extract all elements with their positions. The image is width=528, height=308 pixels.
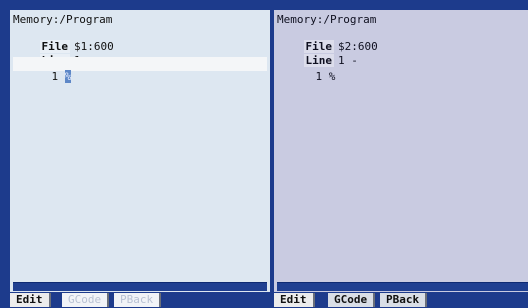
left-file-line: File $1:600 (13, 27, 114, 53)
right-editor-row[interactable]: 1 % (289, 57, 336, 83)
right-line-value: 1 - (338, 54, 358, 67)
right-row-content: % (328, 70, 336, 83)
right-tab-gcode[interactable]: GCode (328, 293, 376, 307)
right-file-line: File $2:600 (277, 27, 378, 53)
left-program-pane: Memory:/Program File$1:600 Line1 - 1 % (10, 10, 270, 292)
left-tab-gcode[interactable]: GCode (62, 293, 110, 307)
softkey-bar: Edit GCode PBack Edit GCode PBack (0, 292, 528, 308)
right-program-pane: Memory:/Program File $2:600 Line 1 - 1 % (274, 10, 528, 292)
left-tab-pback[interactable]: PBack (114, 293, 162, 307)
left-tab-edit[interactable]: Edit (10, 293, 51, 307)
left-row-number: 1 (51, 70, 59, 83)
pane-divider (270, 10, 274, 308)
right-tab-edit[interactable]: Edit (274, 293, 315, 307)
right-line-line: Line 1 - (277, 41, 358, 67)
left-editor-row[interactable]: 1 % (25, 57, 72, 83)
right-status-bar (277, 282, 528, 291)
right-row-number: 1 (315, 70, 323, 83)
left-status-bar (13, 282, 267, 291)
right-memory-path: Memory:/Program (277, 13, 377, 26)
left-line-line: Line1 - (13, 41, 94, 67)
left-cursor[interactable]: % (64, 70, 72, 83)
left-memory-path: Memory:/Program (13, 13, 113, 26)
right-tab-pback[interactable]: PBack (380, 293, 428, 307)
